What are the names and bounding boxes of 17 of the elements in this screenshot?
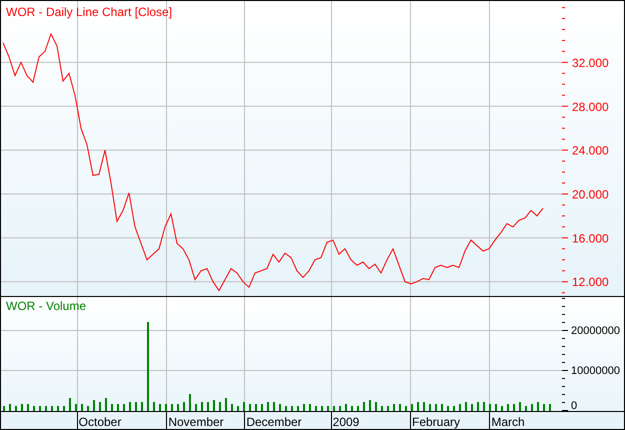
month-label: March [491,415,525,429]
axis-label: 32.000 [572,56,609,70]
axis-label: 12.000 [572,275,609,290]
axis-label: 24.000 [572,144,609,158]
month-label: November [168,415,224,429]
axis-label: 20000000 [571,325,620,337]
month-label: February [412,415,460,429]
month-label: 2009 [332,415,360,429]
axis-label: 20.000 [572,188,609,202]
axis-label: 16.000 [572,231,609,246]
axis-label: 10000000 [571,365,620,377]
chart-title: WOR - Volume [6,299,86,313]
axis-label: 0 [571,400,578,412]
month-label: October [78,415,122,429]
chart-title: WOR - Daily Line Chart [Close] [6,5,172,19]
axis-label: 28.000 [572,100,609,114]
month-label: December [246,415,302,429]
